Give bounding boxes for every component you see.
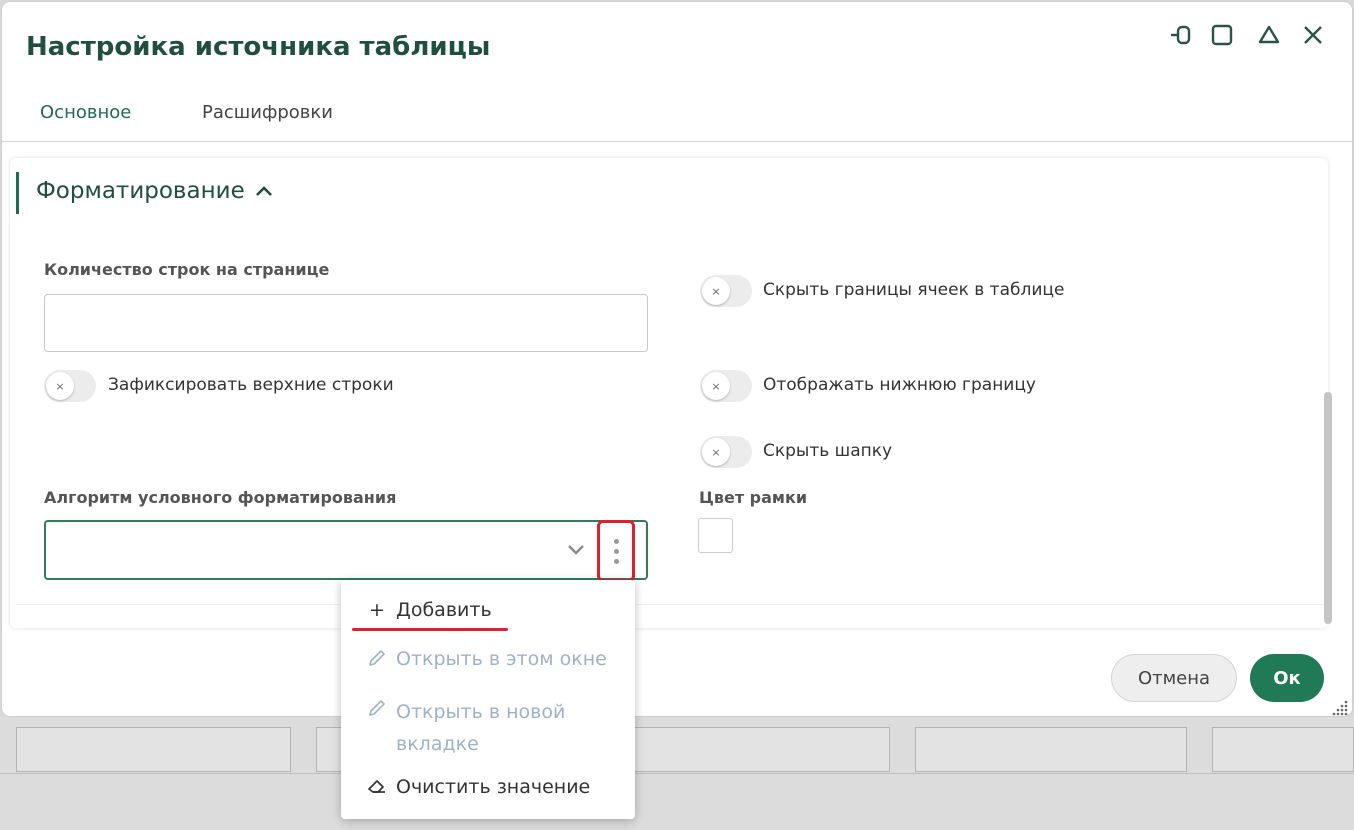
toggle-off-icon: × xyxy=(46,372,74,400)
kebab-icon xyxy=(613,538,619,544)
border-color-label: Цвет рамки xyxy=(699,488,808,507)
freeze-top-rows-label: Зафиксировать верхние строки xyxy=(108,375,394,395)
chevron-up-icon xyxy=(255,186,272,196)
section-divider xyxy=(16,604,1328,605)
menu-item-open-new-tab[interactable]: Открыть в новой вкладке xyxy=(366,696,586,760)
border-color-picker[interactable] xyxy=(698,518,733,553)
menu-item-add[interactable]: + Добавить xyxy=(366,599,492,621)
menu-item-label: Добавить xyxy=(396,599,492,621)
tab-main[interactable]: Основное xyxy=(40,102,131,123)
show-bottom-border-toggle[interactable]: × xyxy=(700,370,752,402)
toggle-off-icon: × xyxy=(702,372,730,400)
rows-per-page-input[interactable] xyxy=(44,294,648,352)
background-divider xyxy=(0,773,1354,774)
pencil-icon xyxy=(366,648,388,673)
hide-header-toggle[interactable]: × xyxy=(700,436,752,468)
section-header-formatting[interactable]: Форматирование xyxy=(36,178,275,204)
highlight-underline xyxy=(352,628,508,631)
toggle-off-icon: × xyxy=(702,438,730,466)
scrollbar[interactable] xyxy=(1324,392,1332,624)
menu-item-clear[interactable]: Очистить значение xyxy=(366,776,590,801)
rows-per-page-label: Количество строк на странице xyxy=(44,260,330,279)
cond-format-label: Алгоритм условного форматирования xyxy=(44,488,397,507)
ok-button[interactable]: Ок xyxy=(1250,654,1324,702)
section-title: Форматирование xyxy=(36,178,245,204)
close-icon[interactable] xyxy=(1300,22,1326,48)
more-options-button[interactable] xyxy=(597,520,635,582)
maximize-icon[interactable] xyxy=(1209,22,1235,48)
background-cell xyxy=(915,727,1187,772)
show-bottom-border-label: Отображать нижнюю границу xyxy=(763,375,1036,395)
menu-item-open-here[interactable]: Открыть в этом окне xyxy=(366,648,607,673)
toggle-off-icon: × xyxy=(702,277,730,305)
section-accent-bar xyxy=(16,172,19,214)
menu-item-label: Очистить значение xyxy=(396,776,591,798)
background-cell xyxy=(614,727,890,772)
pin-icon[interactable] xyxy=(1168,22,1194,48)
collapse-icon[interactable] xyxy=(1256,22,1282,48)
pencil-icon xyxy=(366,696,388,728)
tabs-divider xyxy=(2,141,1352,142)
resize-handle-icon[interactable] xyxy=(1330,698,1350,716)
background-cell xyxy=(1212,727,1354,772)
plus-icon: + xyxy=(369,599,385,621)
hide-cell-borders-label: Скрыть границы ячеек в таблице xyxy=(763,280,1065,300)
dialog-title: Настройка источника таблицы xyxy=(26,32,491,62)
menu-item-label: Открыть в этом окне xyxy=(396,648,607,670)
eraser-icon xyxy=(366,776,388,801)
chevron-down-icon[interactable] xyxy=(564,537,588,561)
menu-item-label: Открыть в новой вкладке xyxy=(396,701,566,755)
cancel-button[interactable]: Отмена xyxy=(1111,654,1237,702)
tab-drilldowns[interactable]: Расшифровки xyxy=(202,102,333,123)
freeze-top-rows-toggle[interactable]: × xyxy=(44,370,96,402)
background-cell xyxy=(16,727,291,772)
cond-format-select[interactable] xyxy=(44,520,648,580)
hide-cell-borders-toggle[interactable]: × xyxy=(700,275,752,307)
hide-header-label: Скрыть шапку xyxy=(763,441,893,461)
